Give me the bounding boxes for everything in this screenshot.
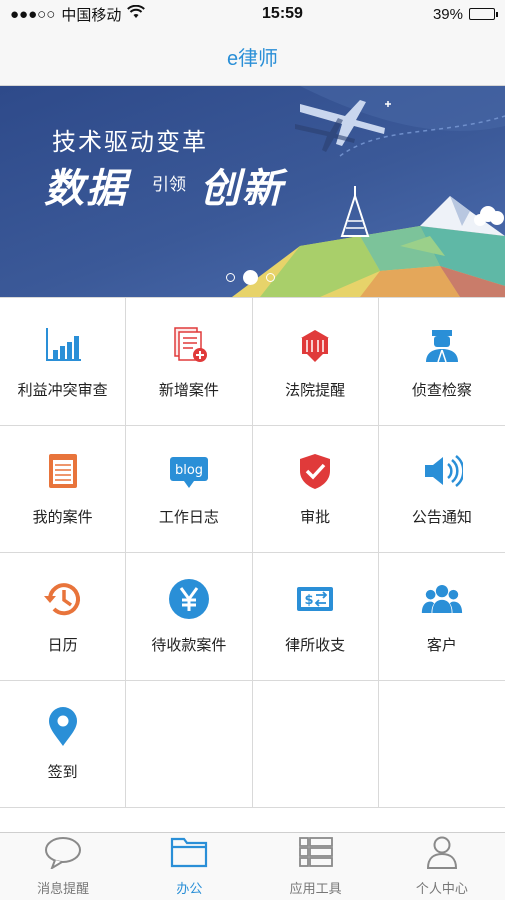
svg-text:$: $ [305, 593, 314, 608]
tab-office[interactable]: 办公 [126, 833, 252, 900]
grid-item-investigation[interactable]: 侦查检察 [378, 298, 505, 426]
money-transfer-icon: $ [294, 578, 336, 620]
tab-bar: 消息提醒 办公 应用工具 个人中心 [0, 832, 505, 900]
shield-check-icon [294, 450, 336, 492]
customers-icon [421, 578, 463, 620]
tab-label: 消息提醒 [37, 881, 90, 896]
location-pin-icon [42, 705, 84, 747]
grid-item-label: 待收款案件 [151, 636, 227, 654]
nav-bar: e律师 [0, 28, 505, 86]
grid-empty-cell [126, 680, 253, 808]
status-left: ●●●○○ 中国移动 [10, 4, 180, 25]
tab-label: 应用工具 [289, 881, 342, 896]
person-icon [422, 835, 462, 874]
list-tools-icon [296, 835, 336, 874]
chat-bubble-icon [43, 835, 83, 874]
carousel-dot-3[interactable] [266, 273, 275, 282]
grid-item-check-in[interactable]: 签到 [0, 680, 127, 808]
speaker-icon [421, 450, 463, 492]
tab-profile[interactable]: 个人中心 [379, 833, 505, 900]
grid-item-my-cases[interactable]: 我的案件 [0, 425, 127, 553]
grid-item-label: 侦查检察 [411, 381, 472, 399]
function-grid: 利益冲突审查 新增案件 法院提醒 侦查检察 我的案件 blog 工作日志 审批 … [0, 297, 505, 808]
grid-item-receivable[interactable]: 待收款案件 [126, 553, 253, 681]
svg-text:blog: blog [175, 463, 203, 478]
banner-carousel[interactable]: 技术驱动变革 数据 引领 创新 [0, 86, 505, 297]
grid-item-notice[interactable]: 公告通知 [378, 426, 505, 553]
banner-word-data: 数据 [44, 167, 128, 211]
page-title: e律师 [226, 48, 279, 70]
banner-word-lead: 引领 [152, 175, 186, 194]
grid-item-label: 客户 [426, 636, 457, 654]
yen-icon [168, 578, 210, 620]
status-bar: ●●●○○ 中国移动 15:59 39% [0, 0, 505, 28]
battery-percent: 39% [432, 5, 463, 23]
grid-item-label: 公告通知 [411, 509, 472, 527]
tab-tools[interactable]: 应用工具 [253, 833, 379, 900]
tab-messages[interactable]: 消息提醒 [0, 833, 126, 900]
status-time: 15:59 [262, 5, 303, 22]
status-right: 39% [385, 5, 498, 23]
battery-icon [468, 8, 498, 20]
grid-item-label: 日历 [47, 636, 78, 654]
court-building-icon [294, 323, 336, 365]
grid-item-approval[interactable]: 审批 [252, 425, 379, 553]
wifi-icon [127, 4, 146, 23]
tab-label: 个人中心 [415, 881, 468, 896]
grid-item-calendar[interactable]: 日历 [0, 553, 127, 681]
police-officer-icon [421, 323, 463, 365]
folder-icon [169, 835, 209, 874]
grid-item-label: 新增案件 [158, 381, 219, 399]
grid-empty-cell [378, 681, 505, 808]
carousel-dot-2[interactable] [243, 270, 258, 285]
grid-item-finance[interactable]: $ 律所收支 [252, 553, 379, 681]
blog-icon: blog [168, 450, 210, 492]
history-clock-icon [42, 578, 84, 620]
grid-empty-cell [252, 680, 379, 808]
grid-item-label: 审批 [300, 509, 331, 527]
case-list-icon [42, 450, 84, 492]
grid-item-work-log[interactable]: blog 工作日志 [126, 425, 253, 553]
banner-headline: 技术驱动变革 [52, 129, 208, 156]
carousel-dot-1[interactable] [226, 273, 235, 282]
grid-item-label: 签到 [47, 764, 78, 782]
tab-label: 办公 [176, 881, 203, 896]
grid-item-customers[interactable]: 客户 [378, 553, 505, 681]
bar-chart-icon [42, 323, 84, 365]
banner-word-innovate: 创新 [200, 167, 284, 211]
grid-item-label: 律所收支 [285, 636, 346, 654]
grid-item-court-reminder[interactable]: 法院提醒 [252, 298, 379, 426]
grid-item-label: 工作日志 [158, 509, 219, 527]
add-document-icon [168, 323, 210, 365]
signal-strength: ●●●○○ [10, 5, 56, 23]
grid-item-label: 法院提醒 [285, 381, 346, 399]
carousel-dots[interactable] [226, 270, 275, 285]
grid-item-new-case[interactable]: 新增案件 [126, 298, 253, 426]
carrier-name: 中国移动 [61, 6, 122, 24]
grid-item-label: 利益冲突审查 [17, 381, 108, 399]
grid-item-conflict-check[interactable]: 利益冲突审查 [0, 298, 127, 426]
grid-item-label: 我的案件 [32, 509, 93, 527]
